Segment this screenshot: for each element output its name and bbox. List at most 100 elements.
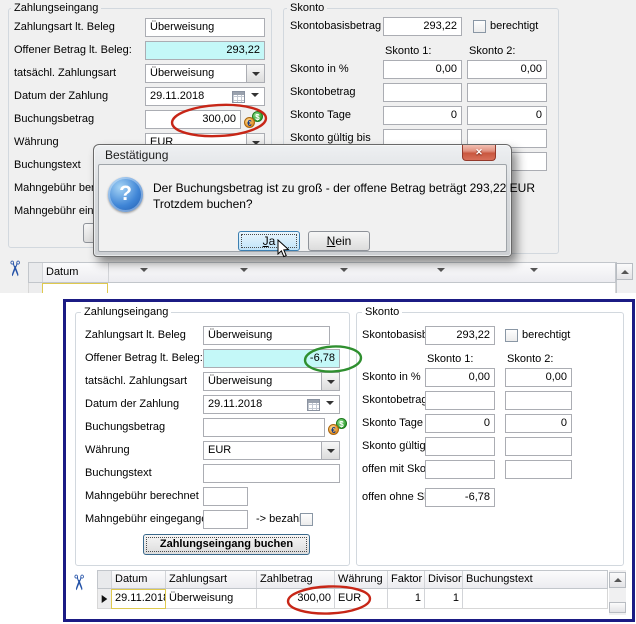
calendar-icon[interactable]	[232, 91, 245, 103]
zahlungsart-label: Zahlungsart lt. Beleg	[85, 326, 186, 345]
calendar-icon[interactable]	[307, 399, 320, 411]
column-header-buchungstext[interactable]: Buchungstext	[463, 571, 602, 588]
skonto-prozent-1-field[interactable]: 0,00	[383, 60, 462, 79]
buchungsbetrag-label: Buchungsbetrag	[85, 418, 165, 437]
skonto-tage-1-field[interactable]: 0	[425, 414, 495, 433]
skontobetrag-2-field[interactable]	[505, 391, 572, 410]
zahlungsart-label: Zahlungsart lt. Beleg	[14, 18, 115, 37]
offen-ohne-skonto-field[interactable]: -6,78	[425, 488, 495, 507]
row-marker-cell	[29, 283, 43, 293]
tatsaechliche-zahlungsart-combobox[interactable]: Überweisung	[203, 372, 340, 391]
scroll-up-button[interactable]	[616, 263, 633, 280]
zahlungsart-field[interactable]: Überweisung	[203, 326, 330, 345]
combobox-value: EUR	[208, 444, 231, 456]
dialog-message-line1: Der Buchungsbetrag ist zu groß - der off…	[153, 181, 535, 195]
skonto1-header: Skonto 1:	[427, 350, 473, 369]
skonto-tage-2-field[interactable]: 0	[505, 414, 572, 433]
mahngebuehr-eingegangen-field[interactable]	[203, 510, 248, 529]
date-value: 29.11.2018	[208, 398, 262, 410]
berechtigt-checkbox[interactable]	[473, 20, 486, 33]
offener-betrag-field[interactable]: -6,78	[203, 349, 340, 368]
offen-mit-skonto-2-field[interactable]	[505, 460, 572, 479]
dialog-message-line2: Trotzdem buchen?	[153, 197, 253, 211]
chevron-down-icon[interactable]	[321, 442, 339, 459]
berechtigt-label: berechtigt	[490, 17, 538, 36]
skonto-prozent-2-field[interactable]: 0,00	[467, 60, 547, 79]
datum-label: Datum der Zahlung	[14, 87, 108, 106]
offener-betrag-field[interactable]: 293,22	[145, 41, 265, 60]
cell-zahlbetrag[interactable]: 300,00	[257, 589, 335, 608]
column-header-waehrung[interactable]: Währung	[335, 571, 388, 588]
grid-data-row[interactable]: 29.11.2018 Überweisung 300,00 EUR 1 1	[97, 589, 608, 609]
focus-rectangle	[241, 234, 297, 248]
skonto-tage-1-field[interactable]: 0	[383, 106, 462, 125]
mahngebuehr-eingegangen-label: Mahngebühr eingegangen	[85, 510, 213, 529]
skontobetrag-1-field[interactable]	[425, 391, 495, 410]
upper-grid-header: Datum	[28, 262, 616, 283]
money-coins-icon[interactable]: $ €	[328, 418, 347, 435]
skontobasisbetrag-label: Skontobasisbetrag	[290, 17, 381, 36]
euro-coin-icon: €	[328, 424, 339, 435]
buchungstext-label: Buchungstext	[85, 464, 152, 483]
skonto-gueltig-1-field[interactable]	[425, 437, 495, 456]
column-header-faktor[interactable]: Faktor	[388, 571, 425, 588]
skontobasisbetrag-field[interactable]: 293,22	[425, 326, 495, 345]
skonto-prozent-2-field[interactable]: 0,00	[505, 368, 572, 387]
datum-field[interactable]: 29.11.2018	[145, 87, 265, 106]
no-button[interactable]: Nein	[308, 231, 370, 251]
column-header-datum[interactable]: Datum	[112, 571, 166, 588]
book-payment-button[interactable]: Zahlungseingang buchen	[143, 534, 310, 555]
zahlungsart-field[interactable]: Überweisung	[145, 18, 265, 37]
skontobetrag-2-field[interactable]	[467, 83, 547, 102]
datum-field[interactable]: 29.11.2018	[203, 395, 340, 414]
tatsaechliche-zahlungsart-combobox[interactable]: Überweisung	[145, 64, 265, 83]
scissors-icon[interactable]: ✂	[67, 574, 88, 592]
berechtigt-checkbox[interactable]	[505, 329, 518, 342]
confirmation-dialog: Bestätigung ✕ ? Der Buchungsbetrag ist z…	[93, 144, 512, 257]
cell-waehrung[interactable]: EUR	[335, 589, 388, 608]
buchungsbetrag-field[interactable]	[203, 418, 325, 437]
yes-button[interactable]: Ja	[238, 231, 300, 251]
skontobetrag-label: Skontobetrag	[362, 391, 427, 410]
cell-divisor[interactable]: 1	[425, 589, 463, 608]
column-header-zahlbetrag[interactable]: Zahlbetrag	[257, 571, 335, 588]
skonto2-header: Skonto 2:	[469, 42, 515, 61]
skonto-group-title: Skonto	[287, 2, 327, 15]
dialog-body: ? Der Buchungsbetrag ist zu groß - der o…	[98, 164, 507, 252]
mahngebuehr-berechnet-label: Mahngebühr berechnet	[85, 487, 199, 506]
combobox-value: Überweisung	[150, 67, 214, 79]
offen-mit-skonto-1-field[interactable]	[425, 460, 495, 479]
buchungstext-field[interactable]	[203, 464, 340, 483]
scissors-icon[interactable]: ✂	[3, 260, 24, 278]
column-header-zahlungsart[interactable]: Zahlungsart	[166, 571, 257, 588]
scroll-up-button[interactable]	[609, 572, 626, 588]
skonto-prozent-1-field[interactable]: 0,00	[425, 368, 495, 387]
chevron-down-icon[interactable]	[321, 373, 339, 390]
skontobasisbetrag-field[interactable]: 293,22	[383, 17, 462, 36]
waehrung-label: Währung	[14, 133, 59, 152]
mahngebuehr-berechnet-field[interactable]	[203, 487, 248, 506]
money-coins-icon[interactable]: $ €	[244, 111, 263, 128]
cell-buchungstext[interactable]	[463, 589, 602, 608]
chevron-down-icon[interactable]	[246, 65, 264, 82]
berechtigt-label: berechtigt	[522, 326, 570, 345]
skonto-gueltig-2-field[interactable]	[505, 437, 572, 456]
waehrung-combobox[interactable]: EUR	[203, 441, 340, 460]
waehrung-label: Währung	[85, 441, 130, 460]
close-icon[interactable]: ✕	[462, 145, 496, 161]
column-header-divisor[interactable]: Divisor	[425, 571, 463, 588]
chevron-down-icon[interactable]	[251, 95, 259, 106]
cell-zahlungsart[interactable]: Überweisung	[166, 589, 257, 608]
skontobetrag-1-field[interactable]	[383, 83, 462, 102]
lower-grid-header: Datum Zahlungsart Zahlbetrag Währung Fak…	[97, 570, 608, 589]
cell-faktor[interactable]: 1	[388, 589, 425, 608]
scrollbar-thumb[interactable]	[609, 602, 626, 613]
buchungstext-label: Buchungstext	[14, 156, 81, 175]
column-header-datum[interactable]: Datum	[43, 263, 109, 282]
chevron-down-icon[interactable]	[326, 403, 334, 414]
upper-grid-row[interactable]	[28, 283, 616, 293]
skonto-tage-2-field[interactable]: 0	[467, 106, 547, 125]
buchungsbetrag-field[interactable]: 300,00	[145, 110, 241, 129]
bezahlt-checkbox[interactable]	[300, 513, 313, 526]
no-button-label: Nein	[309, 232, 369, 250]
